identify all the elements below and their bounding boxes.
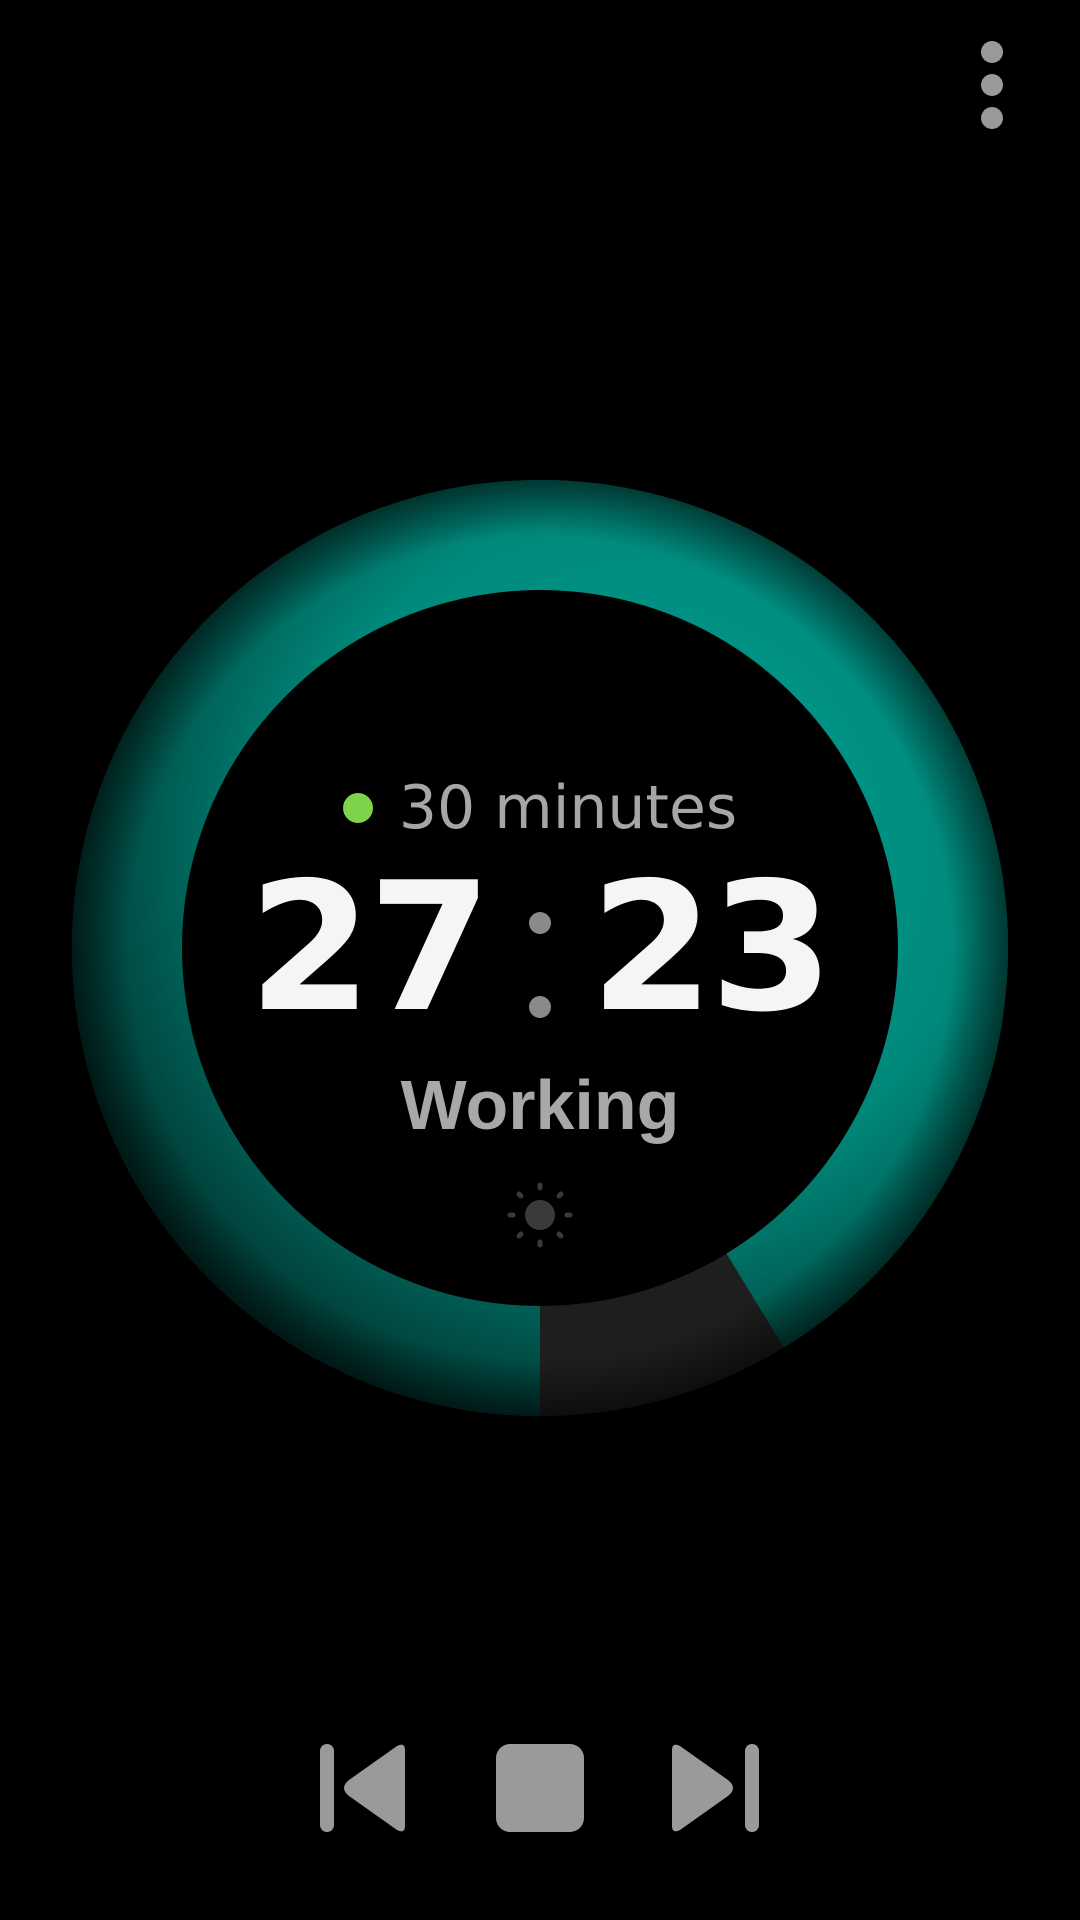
timer-center: 30 minutes 27 23 Working [72, 480, 1008, 1416]
previous-button[interactable] [315, 1740, 411, 1836]
timer-progress-ring: 30 minutes 27 23 Working [72, 480, 1008, 1416]
countdown-minutes: 27 [248, 844, 492, 1051]
status-dot [342, 793, 373, 823]
more-options-button[interactable] [960, 30, 1024, 140]
playback-controls [0, 1740, 1080, 1836]
skip-next-icon [672, 1744, 759, 1832]
more-vert-icon [981, 41, 1003, 63]
more-vert-icon-dot [981, 74, 1003, 96]
skip-previous-icon [320, 1744, 405, 1832]
duration-label: 30 minutes [398, 773, 738, 843]
timer-state-label: Working [400, 1066, 680, 1144]
countdown-display: 27 23 [72, 858, 1008, 1038]
stop-icon [496, 1744, 584, 1832]
brightness-button[interactable] [505, 1180, 575, 1250]
brightness-icon [507, 1182, 573, 1248]
time-colon [529, 858, 551, 1038]
more-vert-icon-dot [981, 107, 1003, 129]
timer-screen: 30 minutes 27 23 Working [0, 0, 1080, 1920]
duration-row: 30 minutes [72, 778, 1008, 838]
next-button[interactable] [668, 1740, 764, 1836]
stop-button[interactable] [494, 1740, 586, 1836]
countdown-seconds: 23 [590, 844, 834, 1051]
